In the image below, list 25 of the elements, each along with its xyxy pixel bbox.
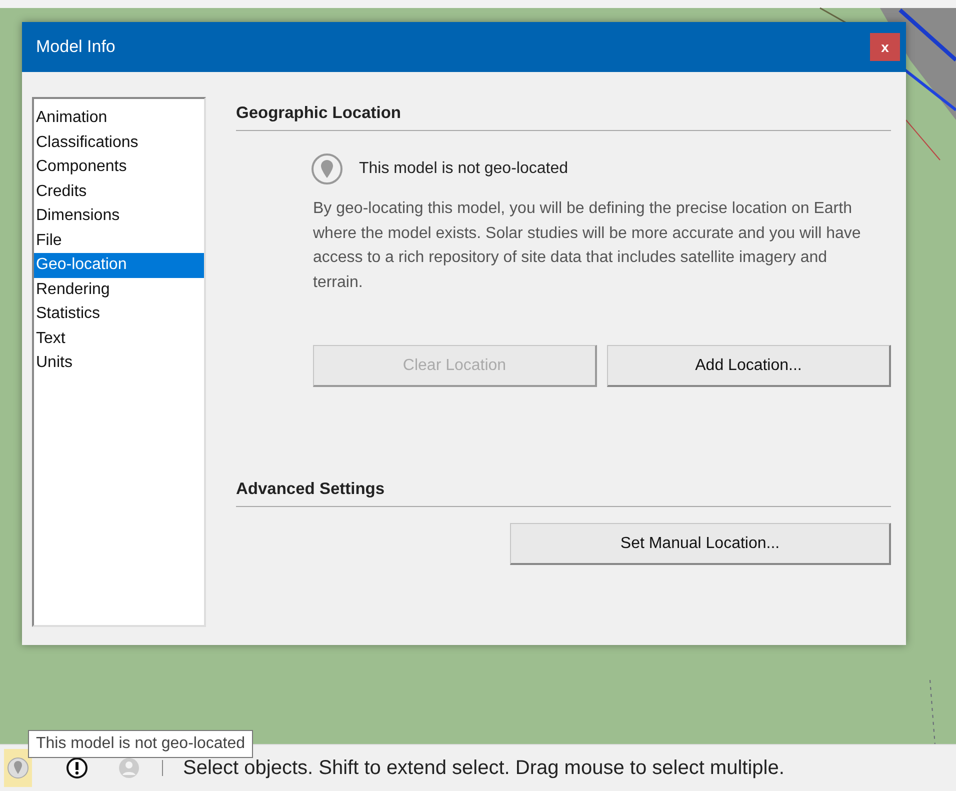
- close-button[interactable]: x: [870, 33, 900, 61]
- tooltip: This model is not geo-located: [28, 730, 253, 758]
- window-title: Model Info: [36, 37, 116, 57]
- section-heading: Advanced Settings: [236, 473, 891, 507]
- category-item[interactable]: Statistics: [34, 302, 204, 326]
- info-icon[interactable]: [66, 757, 88, 779]
- person-icon[interactable]: [118, 757, 140, 779]
- category-item[interactable]: Animation: [34, 106, 204, 130]
- location-pin-icon: [311, 153, 343, 185]
- status-text: This model is not geo-located: [359, 160, 568, 178]
- description-text: By geo-locating this model, you will be defining the precise location on Earth where the model exists. Solar studies will be more accurate and you will have access to a rich repository of site data that includes satellite imagery and terrain.: [313, 199, 862, 292]
- manual-location-button[interactable]: Set Manual Location...: [510, 523, 891, 565]
- location-pin-icon[interactable]: [4, 749, 32, 787]
- category-item[interactable]: Dimensions: [34, 204, 204, 228]
- category-item[interactable]: Text: [34, 326, 204, 351]
- category-item[interactable]: Classifications: [34, 130, 204, 155]
- category-item[interactable]: Geo-location: [34, 253, 204, 278]
- section-heading: Geographic Location: [236, 97, 891, 131]
- status-message: Select objects. Shift to extend select. Drag mouse to select multiple.: [183, 756, 784, 780]
- category-item[interactable]: Credits: [34, 180, 204, 204]
- location-button[interactable]: Add Location...: [607, 345, 891, 387]
- category-item[interactable]: Components: [34, 155, 204, 180]
- category-item[interactable]: Rendering: [34, 278, 204, 302]
- category-item[interactable]: Units: [34, 351, 204, 376]
- category-item[interactable]: File: [34, 228, 204, 253]
